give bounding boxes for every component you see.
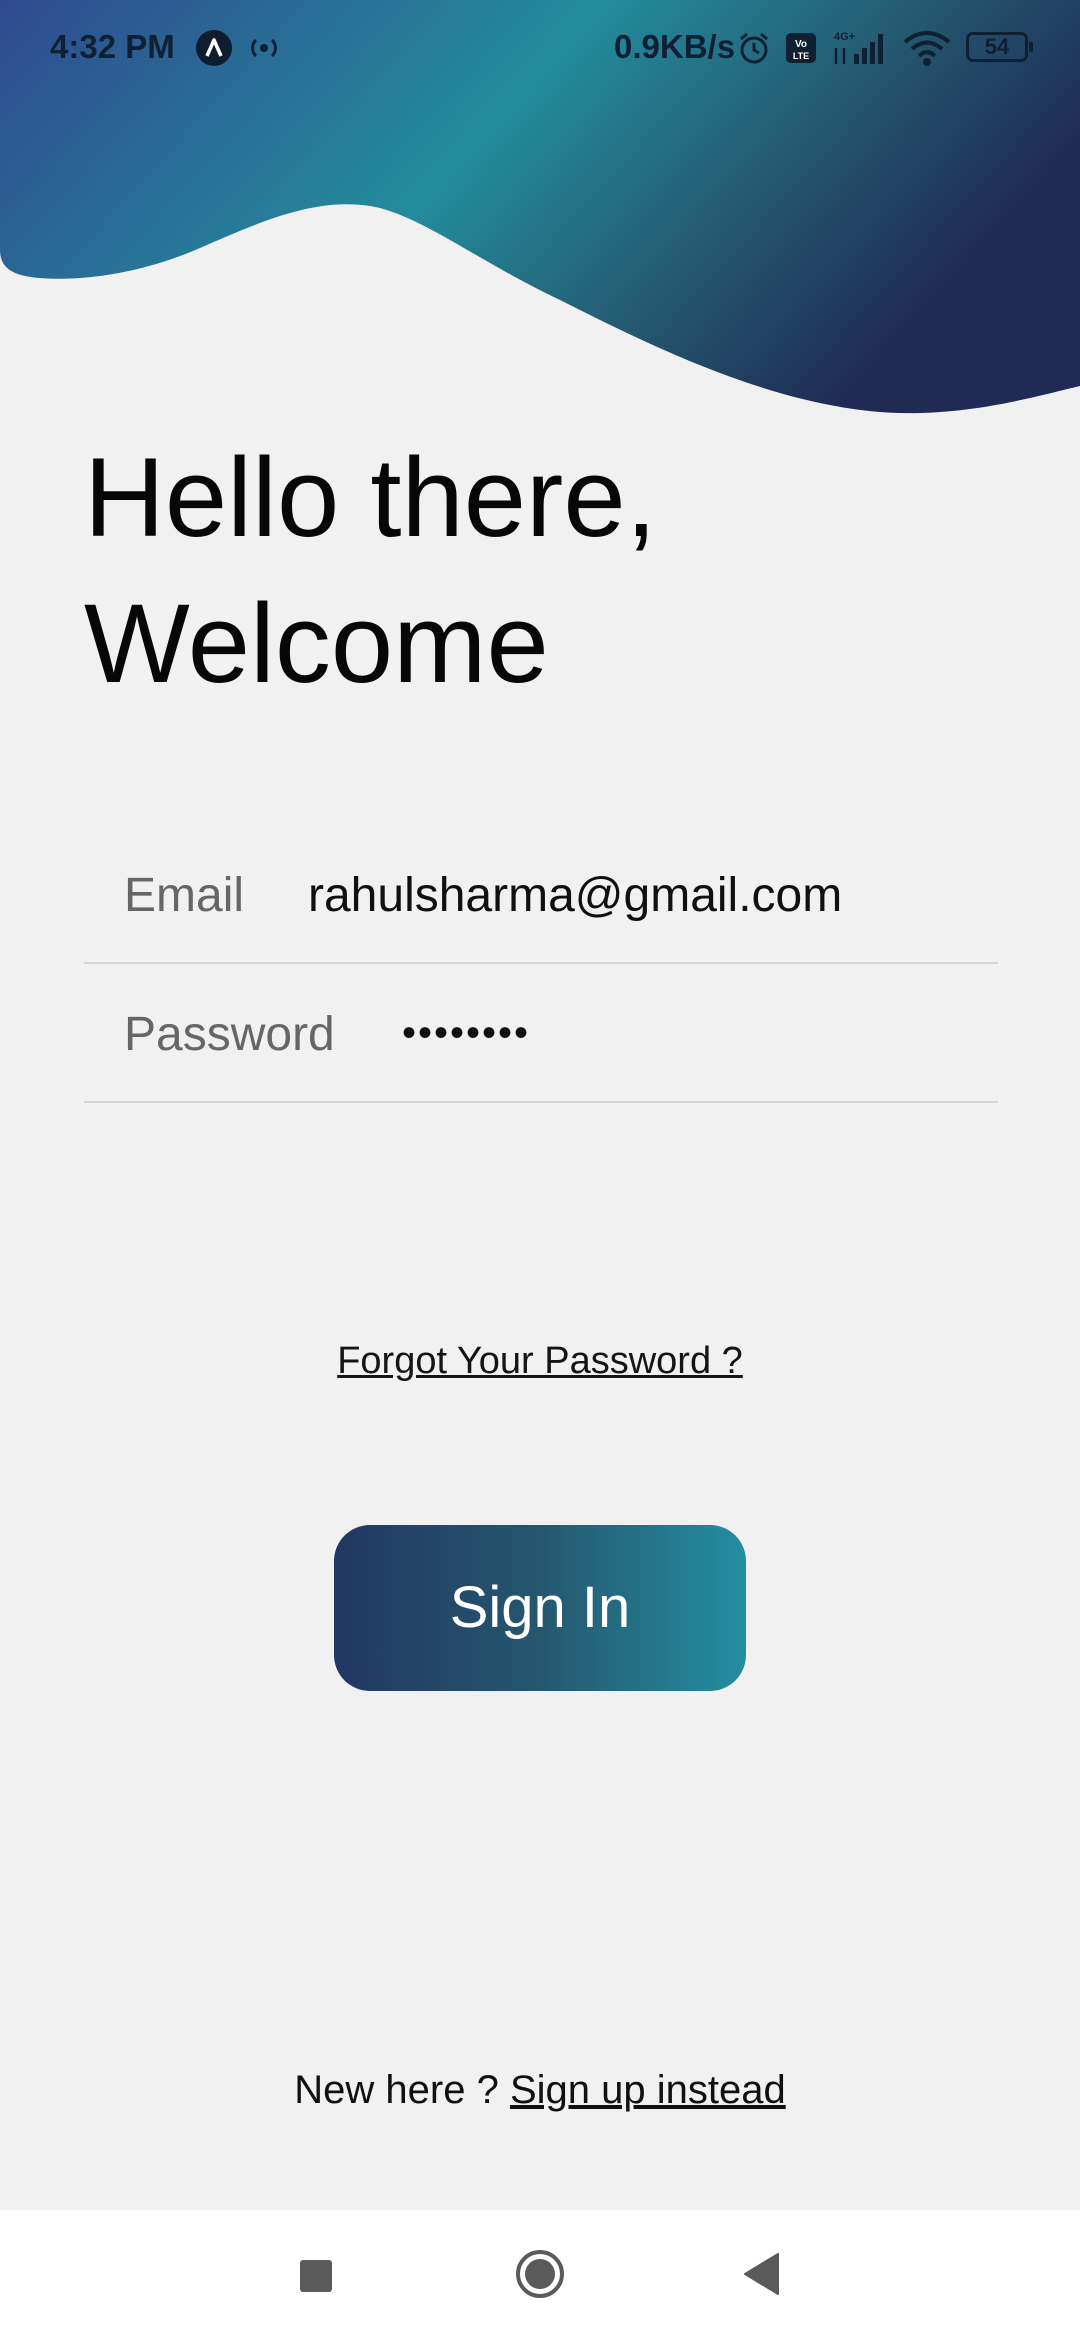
alarm-icon bbox=[736, 30, 772, 66]
sign-in-button[interactable]: Sign In bbox=[334, 1525, 746, 1691]
password-field[interactable]: Password •••••••• bbox=[84, 965, 998, 1103]
greeting-line-1: Hello there, bbox=[84, 435, 657, 560]
back-icon[interactable] bbox=[742, 2252, 782, 2296]
sign-up-link[interactable]: Sign up instead bbox=[510, 2068, 786, 2112]
password-label: Password bbox=[124, 1008, 335, 1061]
network-speed: 0.9KB/s bbox=[614, 28, 736, 65]
password-input[interactable]: •••••••• bbox=[402, 1011, 530, 1056]
svg-text:Vo: Vo bbox=[795, 39, 807, 50]
login-screen: 4:32 PM 0.9KB/s Vo LTE 4G+ 54 Hello ther… bbox=[0, 0, 1080, 2340]
home-icon[interactable] bbox=[514, 2248, 566, 2300]
signal-icon: 4G+ bbox=[832, 28, 892, 66]
signup-prompt: New here ? Sign up instead bbox=[0, 2068, 1080, 2113]
email-field[interactable]: Email rahulsharma@gmail.com bbox=[84, 826, 998, 964]
wifi-icon bbox=[902, 30, 952, 68]
navigation-bar bbox=[0, 2210, 1080, 2340]
signup-prompt-text: New here ? bbox=[294, 2068, 510, 2112]
battery-icon: 54 bbox=[966, 32, 1033, 62]
app-notification-icon bbox=[196, 30, 232, 66]
hotspot-icon bbox=[246, 30, 282, 66]
forgot-password-link[interactable]: Forgot Your Password ? bbox=[0, 1340, 1080, 1383]
svg-text:4G+: 4G+ bbox=[834, 31, 855, 43]
svg-text:LTE: LTE bbox=[793, 51, 809, 61]
greeting-line-2: Welcome bbox=[84, 581, 549, 706]
email-input[interactable]: rahulsharma@gmail.com bbox=[308, 868, 842, 923]
status-time: 4:32 PM bbox=[50, 28, 175, 65]
greeting-heading: Hello there, Welcome bbox=[84, 425, 657, 717]
email-label: Email bbox=[124, 869, 245, 922]
status-bar: 4:32 PM 0.9KB/s Vo LTE 4G+ 54 bbox=[0, 0, 1080, 96]
recent-apps-icon[interactable] bbox=[300, 2260, 332, 2292]
volte-icon: Vo LTE bbox=[784, 30, 818, 66]
